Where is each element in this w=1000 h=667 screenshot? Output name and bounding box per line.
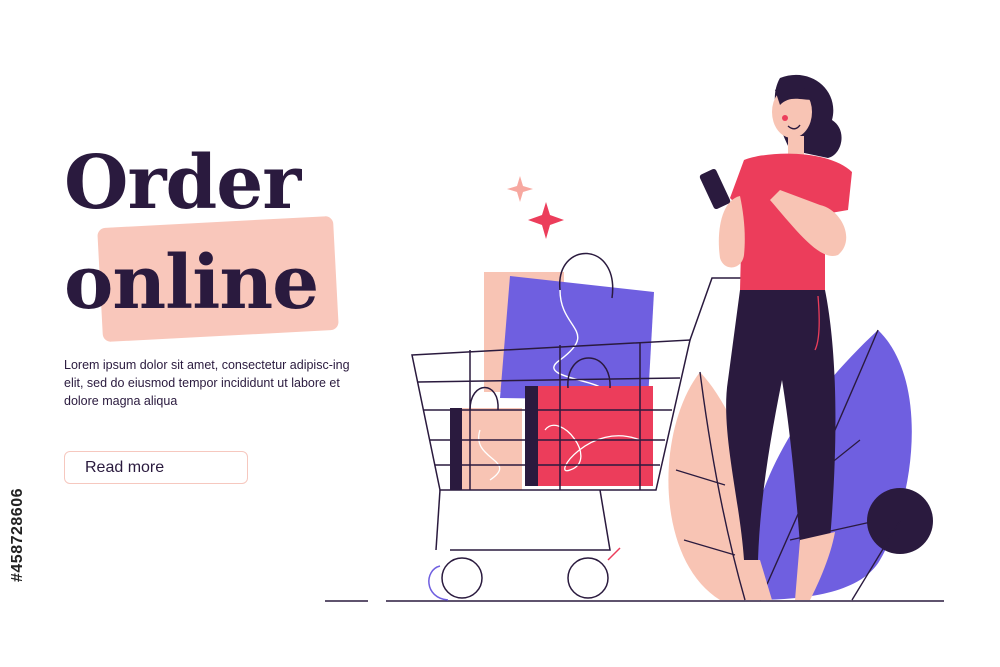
promo-banner: Order online Lorem ipsum dolor sit amet,…: [0, 0, 1000, 667]
sparkle-icon: [507, 176, 564, 239]
shopping-bag-icon: [450, 252, 654, 490]
page-title-line-1: Order: [64, 140, 301, 226]
page-title-line-2: online: [64, 240, 319, 326]
smartphone-icon: [699, 168, 731, 210]
